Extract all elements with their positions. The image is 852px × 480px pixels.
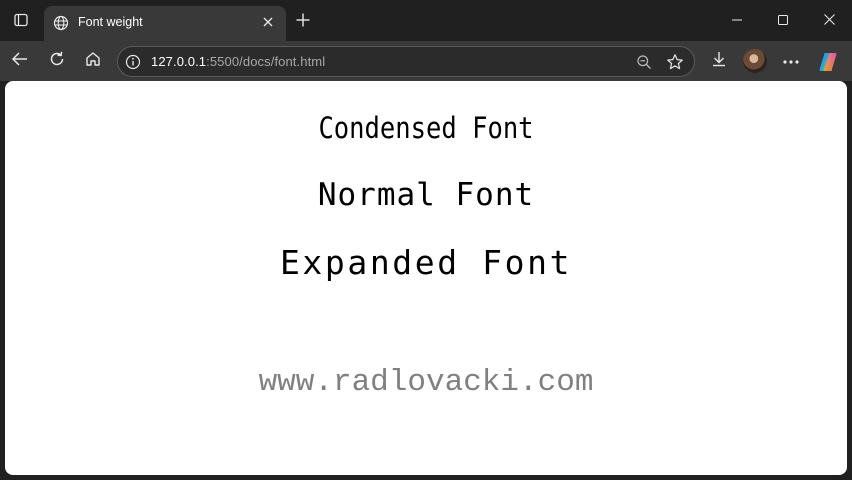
minimize-button[interactable] <box>714 0 760 41</box>
page-viewport: Condensed Font Normal Font Expanded Font… <box>5 81 847 475</box>
download-icon <box>710 50 728 73</box>
star-icon[interactable] <box>665 52 685 72</box>
address-bar[interactable]: 127.0.0.1:5500/docs/font.html <box>117 46 695 77</box>
browser-window: Font weight 127.0.0.1:5500/docs/font.htm… <box>0 0 852 480</box>
maximize-icon <box>778 12 788 30</box>
site-url-text: www.radlovacki.com <box>258 365 594 400</box>
new-tab-button[interactable] <box>289 8 317 36</box>
url-path: :5500/docs/font.html <box>206 54 326 69</box>
tab-actions-button[interactable] <box>6 7 36 37</box>
refresh-icon <box>48 50 66 73</box>
copilot-icon[interactable] <box>816 50 840 74</box>
home-icon <box>84 50 102 73</box>
globe-icon <box>52 14 70 32</box>
condensed-font-text: Condensed Font <box>318 111 534 145</box>
tab-title: Font weight <box>78 15 143 29</box>
downloads-button[interactable] <box>704 46 734 76</box>
plus-icon <box>296 13 310 32</box>
back-arrow-icon <box>11 50 29 73</box>
minimize-icon <box>732 12 742 30</box>
back-button[interactable] <box>5 46 35 76</box>
expanded-font-text: Expanded Font <box>279 243 573 282</box>
close-tab-button[interactable] <box>258 13 278 33</box>
normal-font-text: Normal Font <box>317 177 535 213</box>
close-window-button[interactable] <box>806 0 852 41</box>
home-button[interactable] <box>78 46 108 76</box>
browser-toolbar: 127.0.0.1:5500/docs/font.html <box>0 41 852 81</box>
refresh-button[interactable] <box>42 46 72 76</box>
tab-strip: Font weight <box>0 0 852 41</box>
avatar[interactable] <box>743 49 767 73</box>
close-icon <box>263 14 273 32</box>
zoom-out-icon[interactable] <box>634 52 654 72</box>
close-icon <box>823 12 835 30</box>
more-icon <box>782 52 800 70</box>
more-button[interactable] <box>776 46 806 76</box>
tab-actions-icon <box>13 12 29 33</box>
url-text[interactable]: 127.0.0.1:5500/docs/font.html <box>151 54 325 69</box>
url-host: 127.0.0.1 <box>151 54 207 69</box>
maximize-button[interactable] <box>760 0 806 41</box>
tab-active[interactable]: Font weight <box>44 6 286 41</box>
info-icon[interactable] <box>124 53 142 71</box>
